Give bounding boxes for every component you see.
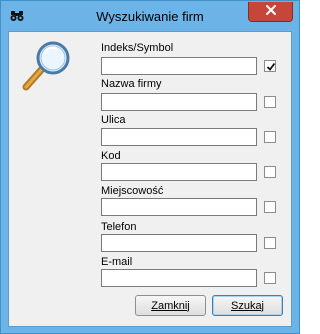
- close-button[interactable]: Zamknij: [135, 295, 206, 316]
- email-checkbox[interactable]: [264, 272, 276, 284]
- miejscowosc-checkbox[interactable]: [264, 201, 276, 213]
- telefon-checkbox[interactable]: [264, 237, 276, 249]
- field-label-email: E-mail: [101, 256, 133, 268]
- field-label-telefon: Telefon: [101, 221, 137, 233]
- kod-input[interactable]: [101, 163, 257, 181]
- window-title: Wyszukiwanie firm: [96, 9, 204, 24]
- close-icon: [265, 5, 276, 18]
- dialog-content: Indeks/Symbol Nazwa firmy Ulica Kod Miej…: [8, 31, 292, 327]
- nazwa-firmy-input[interactable]: [101, 93, 257, 111]
- checkmark-icon: [266, 62, 276, 71]
- close-button-label: Zamknij: [151, 299, 190, 312]
- email-input[interactable]: [101, 269, 257, 287]
- ulica-input[interactable]: [101, 128, 257, 146]
- indeks-symbol-checkbox[interactable]: [264, 60, 276, 72]
- field-label-ulica: Ulica: [101, 114, 126, 126]
- search-button[interactable]: Szukaj: [212, 295, 283, 316]
- search-button-label: Szukaj: [230, 299, 265, 312]
- title-bar[interactable]: Wyszukiwanie firm: [1, 1, 299, 31]
- close-window-button[interactable]: [248, 2, 293, 22]
- magnifier-icon: [20, 39, 74, 93]
- field-label-nazwa: Nazwa firmy: [101, 78, 162, 90]
- field-label-miejscowosc: Miejscowość: [101, 185, 164, 197]
- miejscowosc-input[interactable]: [101, 198, 257, 216]
- ulica-checkbox[interactable]: [264, 131, 276, 143]
- nazwa-firmy-checkbox[interactable]: [264, 96, 276, 108]
- telefon-input[interactable]: [101, 234, 257, 252]
- field-label-indeks: Indeks/Symbol: [101, 42, 174, 54]
- field-label-kod: Kod: [101, 150, 121, 162]
- indeks-symbol-input[interactable]: [101, 57, 257, 75]
- dialog-window: Wyszukiwanie firm Indeks/Symbol Nazwa fi…: [0, 0, 300, 334]
- kod-checkbox[interactable]: [264, 166, 276, 178]
- binoculars-icon: [10, 10, 24, 22]
